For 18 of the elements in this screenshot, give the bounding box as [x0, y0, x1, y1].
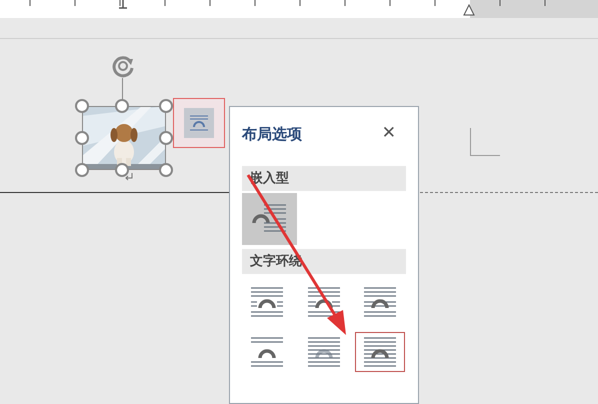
tab-stop-icon[interactable]	[118, 0, 128, 10]
paragraph-mark-icon	[124, 172, 134, 182]
margin-corner-mark	[470, 128, 500, 156]
resize-handle[interactable]	[75, 163, 89, 177]
resize-handle[interactable]	[75, 131, 89, 145]
wrap-layout-icon	[188, 114, 210, 132]
close-button[interactable]: ✕	[382, 121, 396, 146]
resize-handle[interactable]	[115, 163, 129, 177]
wrap-option[interactable]	[355, 332, 406, 372]
wrap-option[interactable]	[242, 192, 297, 244]
resize-handle[interactable]	[115, 99, 129, 113]
indent-marker-icon[interactable]	[462, 2, 476, 16]
resize-handle[interactable]	[159, 99, 173, 113]
resize-handle[interactable]	[159, 163, 173, 177]
resize-handle[interactable]	[75, 99, 89, 113]
layout-options-button[interactable]	[184, 108, 214, 138]
panel-title: 布局选项	[242, 124, 302, 144]
resize-handle[interactable]	[159, 131, 173, 145]
